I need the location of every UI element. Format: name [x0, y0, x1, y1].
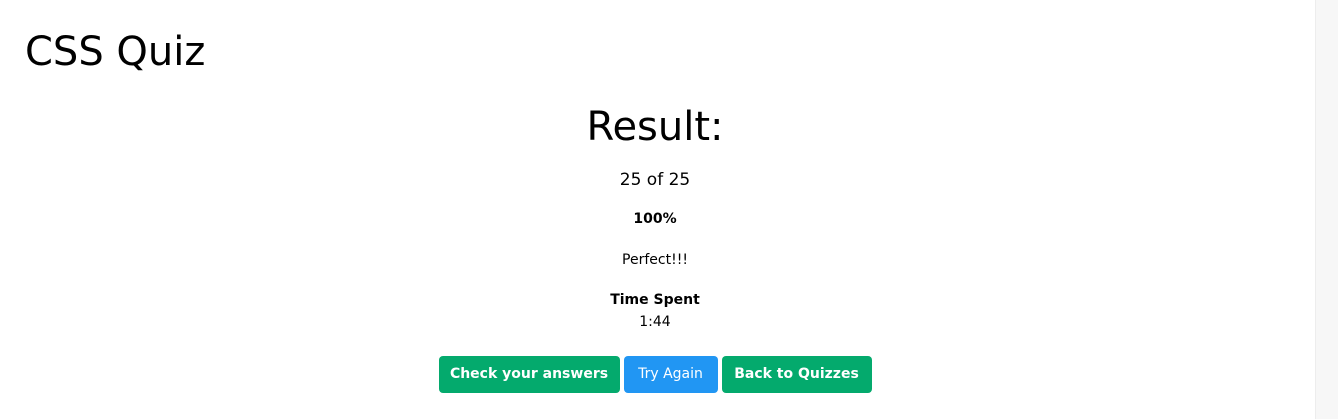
time-spent-label: Time Spent	[610, 292, 700, 308]
score-text: 25 of 25	[619, 170, 691, 190]
quiz-result-page: CSS Quiz Result: 25 of 25 100% Perfect!!…	[0, 0, 1338, 419]
result-heading: Result:	[586, 104, 724, 150]
back-to-quizzes-button[interactable]: Back to Quizzes	[721, 356, 872, 393]
check-answers-button[interactable]: Check your answers	[438, 356, 620, 393]
percent-text: 100%	[633, 211, 677, 227]
try-again-button[interactable]: Try Again	[623, 356, 718, 393]
page-title: CSS Quiz	[25, 29, 206, 75]
result-message: Perfect!!!	[622, 252, 688, 268]
result-panel: Result: 25 of 25 100% Perfect!!! Time Sp…	[0, 98, 1310, 332]
result-actions: Check your answers Try Again Back to Qui…	[0, 356, 1310, 393]
time-spent-value: 1:44	[639, 314, 671, 330]
scrollbar-track[interactable]	[1315, 0, 1338, 419]
